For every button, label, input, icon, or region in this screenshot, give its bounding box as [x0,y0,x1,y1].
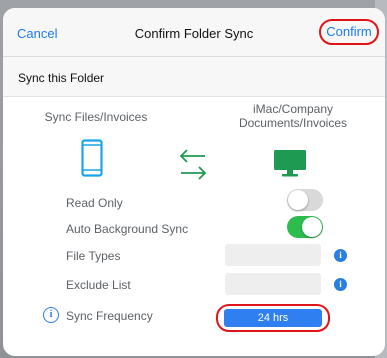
destination-label: iMac/Company Documents/Invoices [231,102,355,130]
file-types-label: File Types [66,249,121,263]
sync-arrows-icon [179,149,207,180]
auto-background-sync-toggle[interactable] [287,216,323,238]
sync-frequency-label: Sync Frequency [66,309,153,323]
tablet-icon [81,139,103,177]
dialog-navbar: Cancel Confirm Folder Sync Confirm [3,8,385,57]
auto-background-sync-label: Auto Background Sync [66,222,189,236]
sync-frequency-highlight: 24 hrs [216,304,330,332]
exclude-list-field[interactable] [225,273,321,295]
source-label: Sync Files/Invoices [44,110,148,124]
sync-frequency-button[interactable]: 24 hrs [224,309,322,327]
section-header: Sync this Folder [3,57,385,97]
file-types-info-icon[interactable]: i [334,249,347,262]
destination-label-line2: Documents/Invoices [238,116,348,130]
read-only-label: Read Only [66,196,123,210]
read-only-toggle[interactable] [287,189,323,211]
monitor-icon [274,150,306,177]
exclude-list-info-icon[interactable]: i [334,278,347,291]
file-types-field[interactable] [225,244,321,266]
confirm-folder-sync-dialog: Cancel Confirm Folder Sync Confirm Sync … [3,8,385,356]
destination-label-line1: iMac/Company [252,102,334,116]
toggle-knob [302,217,322,237]
section-title: Sync this Folder [18,71,105,85]
exclude-list-label: Exclude List [66,278,131,292]
toggle-knob [288,190,308,210]
confirm-button[interactable]: Confirm [319,19,379,45]
sync-frequency-info-icon[interactable]: i [43,307,59,323]
